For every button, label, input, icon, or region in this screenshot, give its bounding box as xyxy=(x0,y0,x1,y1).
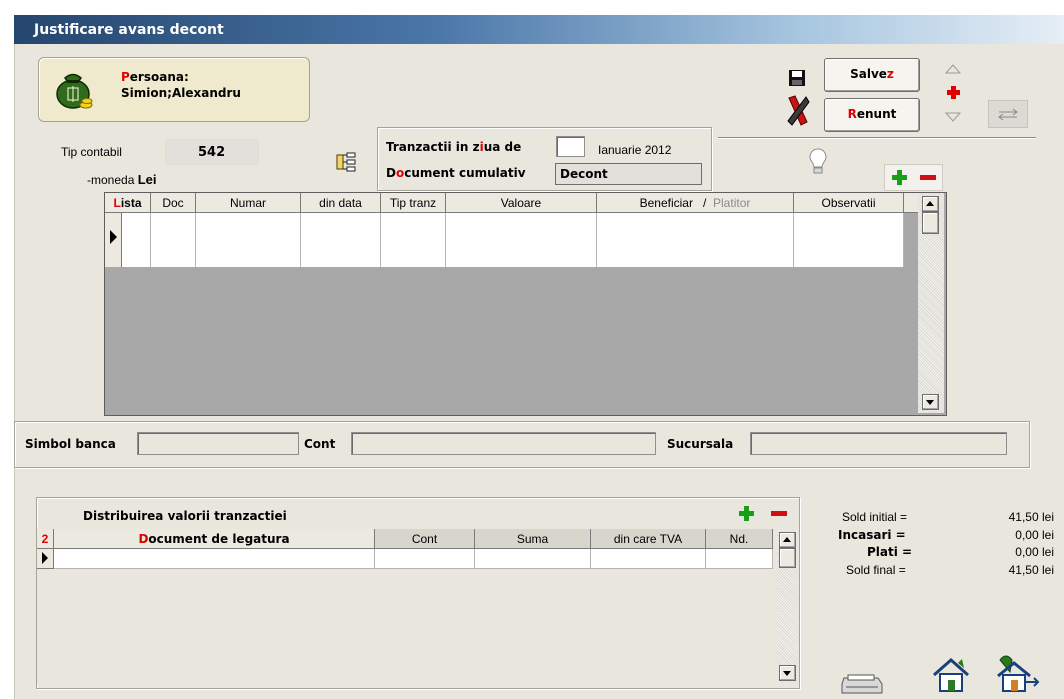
money-bag-icon xyxy=(56,73,93,109)
row-pointer-icon xyxy=(110,230,117,244)
divider xyxy=(718,137,1036,139)
title-bar: Justificare avans decont xyxy=(14,15,1064,44)
home-exit-icon[interactable] xyxy=(992,650,1042,696)
col-doc[interactable]: Doc xyxy=(151,193,196,213)
col-observatii[interactable]: Observatii xyxy=(794,193,904,213)
red-plus-icon[interactable] xyxy=(947,86,960,99)
cancel-button[interactable]: Renunt xyxy=(824,98,920,132)
arrows-button[interactable] xyxy=(988,100,1028,128)
distrib-scroll-thumb[interactable] xyxy=(779,548,796,568)
sold-initial-value: 41,50 lei xyxy=(1008,510,1054,524)
incasari-label: Incasari = xyxy=(838,528,906,542)
month-label: Ianuarie 2012 xyxy=(598,143,672,157)
distrib-scroll-down-button[interactable] xyxy=(779,665,796,681)
printer-icon[interactable] xyxy=(838,674,886,696)
distrib-add-icon[interactable] xyxy=(738,505,755,522)
col-lista[interactable]: Lista xyxy=(105,193,151,213)
person-box: Persoana: Simion;Alexandru xyxy=(38,57,310,122)
col-numar[interactable]: Numar xyxy=(196,193,301,213)
tree-icon[interactable] xyxy=(336,152,356,172)
distrib-grid[interactable]: 2 Document de legatura Cont Suma din car… xyxy=(37,529,797,685)
scroll-up-button[interactable] xyxy=(922,196,939,212)
plati-value: 0,00 lei xyxy=(1015,545,1054,559)
arrows-icon xyxy=(998,108,1018,120)
col-suma[interactable]: Suma xyxy=(475,529,591,549)
tip-contabil-field: 542 xyxy=(165,139,259,165)
simbol-banca-input[interactable] xyxy=(137,432,299,455)
down-arrow-icon[interactable] xyxy=(945,112,961,122)
tranzactii-label: Tranzactii in ziua de xyxy=(386,140,522,154)
sucursala-label: Sucursala xyxy=(667,437,734,451)
cont-input[interactable] xyxy=(351,432,656,455)
distrib-title: Distribuirea valorii tranzactiei xyxy=(83,509,287,523)
incasari-value: 0,00 lei xyxy=(1015,528,1054,542)
col-cont[interactable]: Cont xyxy=(375,529,475,549)
sucursala-input[interactable] xyxy=(750,432,1007,455)
col-tip-tranz[interactable]: Tip tranz xyxy=(381,193,446,213)
sold-initial-label: Sold initial = xyxy=(842,510,908,524)
distrib-scrollbar[interactable] xyxy=(777,529,797,685)
distrib-remove-icon[interactable] xyxy=(770,505,787,522)
distrib-row-selector[interactable] xyxy=(37,549,54,569)
home-icon[interactable] xyxy=(928,655,974,695)
distrib-table-row[interactable] xyxy=(54,549,375,569)
remove-icon[interactable] xyxy=(919,169,936,186)
sold-final-label: Sold final = xyxy=(846,563,906,577)
person-label: Persoana: xyxy=(121,70,189,84)
up-arrow-icon[interactable] xyxy=(945,64,961,74)
simbol-banca-label: Simbol banca xyxy=(25,437,116,451)
col-valoare[interactable]: Valoare xyxy=(446,193,597,213)
lightbulb-icon[interactable] xyxy=(808,147,828,177)
moneda-label: -moneda Lei xyxy=(87,172,157,187)
save-button[interactable]: Salvez xyxy=(824,58,920,92)
col-beneficiar-platitor[interactable]: Beneficiar / Platitor xyxy=(597,193,794,213)
save-disk-icon[interactable] xyxy=(788,69,806,87)
sold-final-value: 41,50 lei xyxy=(1008,563,1054,577)
scroll-down-button[interactable] xyxy=(922,394,939,410)
scroll-thumb[interactable] xyxy=(922,212,939,234)
transactions-scrollbar[interactable] xyxy=(918,193,944,413)
distrib-scroll-up-button[interactable] xyxy=(779,532,796,548)
col-nd[interactable]: Nd. xyxy=(706,529,773,549)
cancel-x-icon[interactable] xyxy=(786,94,810,128)
distrib-row-pointer-icon xyxy=(42,552,48,564)
add-icon[interactable] xyxy=(891,169,908,186)
plati-label: Plati = xyxy=(867,545,913,559)
col-din-care-tva[interactable]: din care TVA xyxy=(591,529,706,549)
main-add-remove xyxy=(884,164,943,191)
distrib-row-number: 2 xyxy=(37,529,54,549)
tip-contabil-label: Tip contabil xyxy=(61,145,122,159)
transactions-grid[interactable]: Lista Doc Numar din data Tip tranz Valoa… xyxy=(104,192,947,416)
window-title: Justificare avans decont xyxy=(34,22,224,38)
doc-cumulativ-field[interactable]: Decont xyxy=(555,163,702,185)
row-selector[interactable] xyxy=(105,213,122,267)
doc-cumulativ-label: Document cumulativ xyxy=(386,166,526,180)
col-din-data[interactable]: din data xyxy=(301,193,381,213)
table-row[interactable] xyxy=(122,213,151,267)
cont-label: Cont xyxy=(304,437,336,451)
col-document-legatura[interactable]: Document de legatura xyxy=(54,529,375,549)
person-name: Simion;Alexandru xyxy=(121,86,241,100)
day-input[interactable] xyxy=(556,136,585,157)
